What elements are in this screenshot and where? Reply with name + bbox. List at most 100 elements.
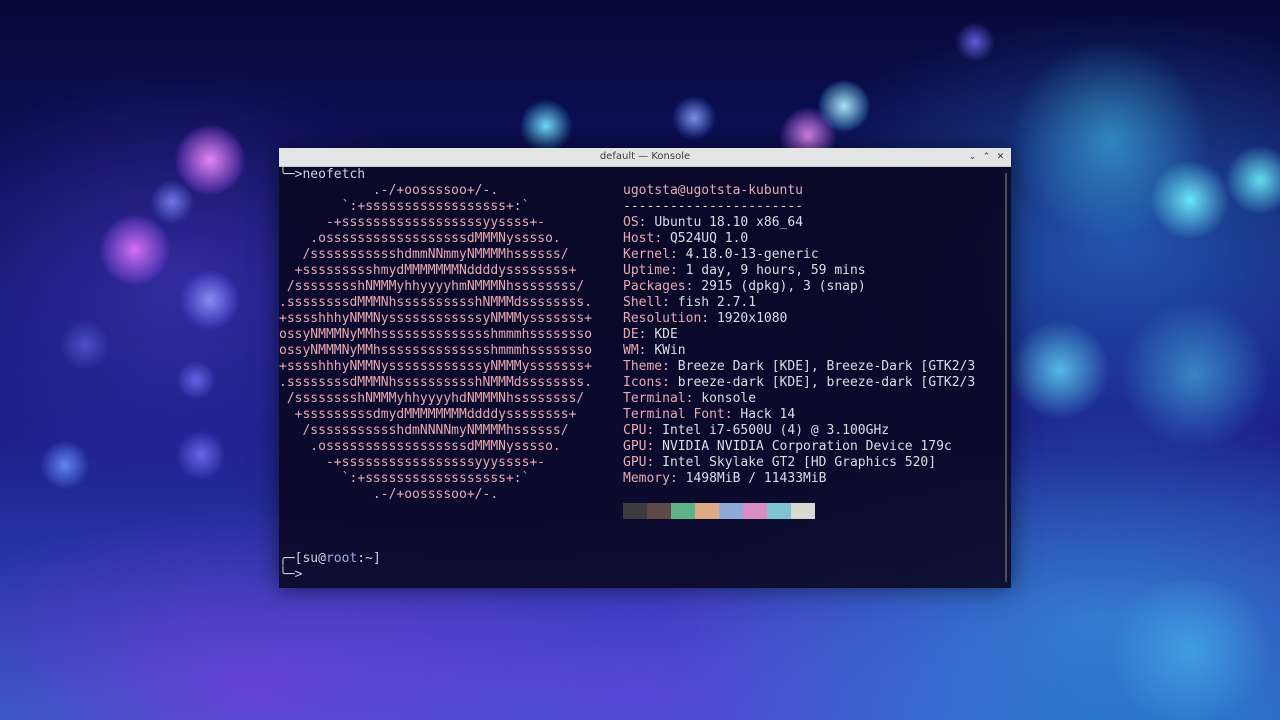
info-row: Icons: breeze-dark [KDE], breeze-dark [G… (623, 375, 976, 390)
info-row: Terminal: konsole (623, 391, 757, 406)
info-value: Q524UQ 1.0 (669, 231, 749, 246)
prompt-host: root (325, 551, 358, 566)
info-key: OS (623, 215, 639, 230)
ascii-line: `:+ssssssssssssssssss+:` (279, 471, 530, 486)
ascii-line: .-/+oossssoo+/-. (279, 487, 499, 502)
color-palette (623, 503, 815, 519)
palette-swatch (695, 503, 719, 519)
info-key: Packages (623, 279, 686, 294)
info-value: 4.18.0-13-generic (685, 247, 819, 262)
info-row: Kernel: 4.18.0-13-generic (623, 247, 819, 262)
info-row: Shell: fish 2.7.1 (623, 295, 757, 310)
info-key: Kernel (623, 247, 670, 262)
info-value: Breeze Dark [KDE], Breeze-Dark [GTK2/3 (677, 359, 976, 374)
info-value: breeze-dark [KDE], breeze-dark [GTK2/3 (677, 375, 976, 390)
palette-swatch (671, 503, 695, 519)
command-line: ╰─>neofetch (279, 167, 366, 182)
info-key: Resolution (623, 311, 702, 326)
palette-swatch (719, 503, 743, 519)
ascii-line: .-/+oossssoo+/-. (279, 183, 499, 198)
ascii-line: .ossssssssssssssssssdMMMNysssso. (279, 231, 561, 246)
ascii-line: /ssssssssssshdmmNNmmyNMMMMhssssss/ (279, 247, 569, 262)
ascii-line: +sssshhhyNMMNyssssssssssssyNMMMysssssss+ (279, 311, 593, 326)
info-row: DE: KDE (623, 327, 678, 342)
palette-swatch (767, 503, 791, 519)
window-titlebar[interactable]: default — Konsole ⌄ ⌃ ✕ (279, 148, 1011, 167)
info-key: Terminal (623, 391, 686, 406)
info-value: Intel Skylake GT2 [HD Graphics 520] (662, 455, 937, 470)
info-value: Hack 14 (740, 407, 796, 422)
palette-swatch (623, 503, 647, 519)
terminal-area[interactable]: ╰─>neofetch .-/+oossssoo+/-. `:+ssssssss… (279, 167, 1011, 588)
info-row: Resolution: 1920x1080 (623, 311, 788, 326)
info-row: Memory: 1498MiB / 11433MiB (623, 471, 827, 486)
ascii-line: +sssssssssdmydMMMMMMMMddddyssssssss+ (279, 407, 577, 422)
prompt-path: :~ (357, 551, 373, 566)
info-value: NVIDIA NVIDIA Corporation Device 179c (662, 439, 952, 454)
ascii-line: .ssssssssdMMMNhsssssssssshNMMMdssssssss. (279, 295, 593, 310)
window-title: default — Konsole (599, 151, 691, 162)
ascii-line: ossyNMMMNyMMhsssssssssssssshmmmhssssssso (279, 343, 593, 358)
palette-swatch (791, 503, 815, 519)
prompt-user: su (302, 551, 319, 566)
info-row: WM: KWin (623, 343, 686, 358)
info-row: Terminal Font: Hack 14 (623, 407, 796, 422)
info-value: 1 day, 9 hours, 59 mins (685, 263, 866, 278)
info-row: CPU: Intel i7-6500U (4) @ 3.100GHz (623, 423, 890, 438)
info-row: Uptime: 1 day, 9 hours, 59 mins (623, 263, 866, 278)
info-key: CPU (623, 423, 647, 438)
info-value: konsole (701, 391, 757, 406)
info-value: 1498MiB / 11433MiB (685, 471, 827, 486)
info-value: KDE (654, 327, 678, 342)
ascii-line: +ssssssssshmydMMMMMMMNddddyssssssss+ (279, 263, 577, 278)
ascii-line: -+sssssssssssssssssyyyssss+- (279, 455, 546, 470)
info-value: 1920x1080 (716, 311, 788, 326)
info-row: Host: Q524UQ 1.0 (623, 231, 749, 246)
prompt-open: ╭─[ (279, 551, 303, 566)
info-row: OS: Ubuntu 18.10 x86_64 (623, 215, 804, 230)
info-header: ugotsta@ugotsta-kubuntu (623, 183, 804, 198)
minimize-icon[interactable]: ⌄ (968, 152, 977, 162)
ascii-line: /sssssssshNMMMyhhyyyyhdNMMMNhssssssss/ (279, 391, 585, 406)
info-value: KWin (654, 343, 686, 358)
info-key: Uptime (623, 263, 670, 278)
palette-swatch (743, 503, 767, 519)
prompt-arrow: ╰─> (279, 567, 303, 582)
konsole-window[interactable]: default — Konsole ⌄ ⌃ ✕ ╰─>neofetch .-/+… (279, 148, 1011, 588)
info-key: Icons (623, 375, 663, 390)
ascii-line: +sssshhhyNMMNyssssssssssssyNMMMysssssss+ (279, 359, 593, 374)
info-key: Host (623, 231, 655, 246)
info-row: Packages: 2915 (dpkg), 3 (snap) (623, 279, 866, 294)
info-row: GPU: NVIDIA NVIDIA Corporation Device 17… (623, 439, 952, 454)
info-key: Theme (623, 359, 663, 374)
prompt-line: ╭─[su@root:~] (279, 551, 381, 567)
info-key: WM (623, 343, 639, 358)
ascii-line: /ssssssssssshdmNNNNmyNMMMMhssssss/ (279, 423, 569, 438)
maximize-icon[interactable]: ⌃ (982, 152, 991, 162)
info-key: Memory (623, 471, 670, 486)
info-key: Terminal Font (623, 407, 725, 422)
ascii-line: -+ssssssssssssssssssyyssss+- (279, 215, 546, 230)
info-row: Theme: Breeze Dark [KDE], Breeze-Dark [G… (623, 359, 976, 374)
close-icon[interactable]: ✕ (996, 152, 1005, 162)
info-key: DE (623, 327, 639, 342)
info-value: Ubuntu 18.10 x86_64 (654, 215, 804, 230)
ascii-line: .ssssssssdMMMNhsssssssssshNMMMdssssssss. (279, 375, 593, 390)
info-value: 2915 (dpkg), 3 (snap) (701, 279, 866, 294)
palette-swatch (647, 503, 671, 519)
info-separator: ----------------------- (623, 199, 804, 214)
info-key: Shell (623, 295, 663, 310)
info-key: GPU (623, 439, 647, 454)
info-value: Intel i7-6500U (4) @ 3.100GHz (662, 423, 890, 438)
info-value: fish 2.7.1 (677, 295, 757, 310)
ascii-line: .ossssssssssssssssssdMMMNysssso. (279, 439, 561, 454)
info-key: GPU (623, 455, 647, 470)
prompt-close: ] (372, 551, 381, 566)
info-row: GPU: Intel Skylake GT2 [HD Graphics 520] (623, 455, 937, 470)
prompt-at: @ (318, 551, 326, 566)
scrollbar[interactable] (1005, 173, 1007, 582)
ascii-line: /sssssssshNMMMyhhyyyyhmNMMMNhssssssss/ (279, 279, 585, 294)
ascii-line: ossyNMMMNyMMhsssssssssssssshmmmhssssssso (279, 327, 593, 342)
prompt-input-line[interactable]: ╰─> (279, 567, 302, 583)
ascii-line: `:+ssssssssssssssssss+:` (279, 199, 530, 214)
